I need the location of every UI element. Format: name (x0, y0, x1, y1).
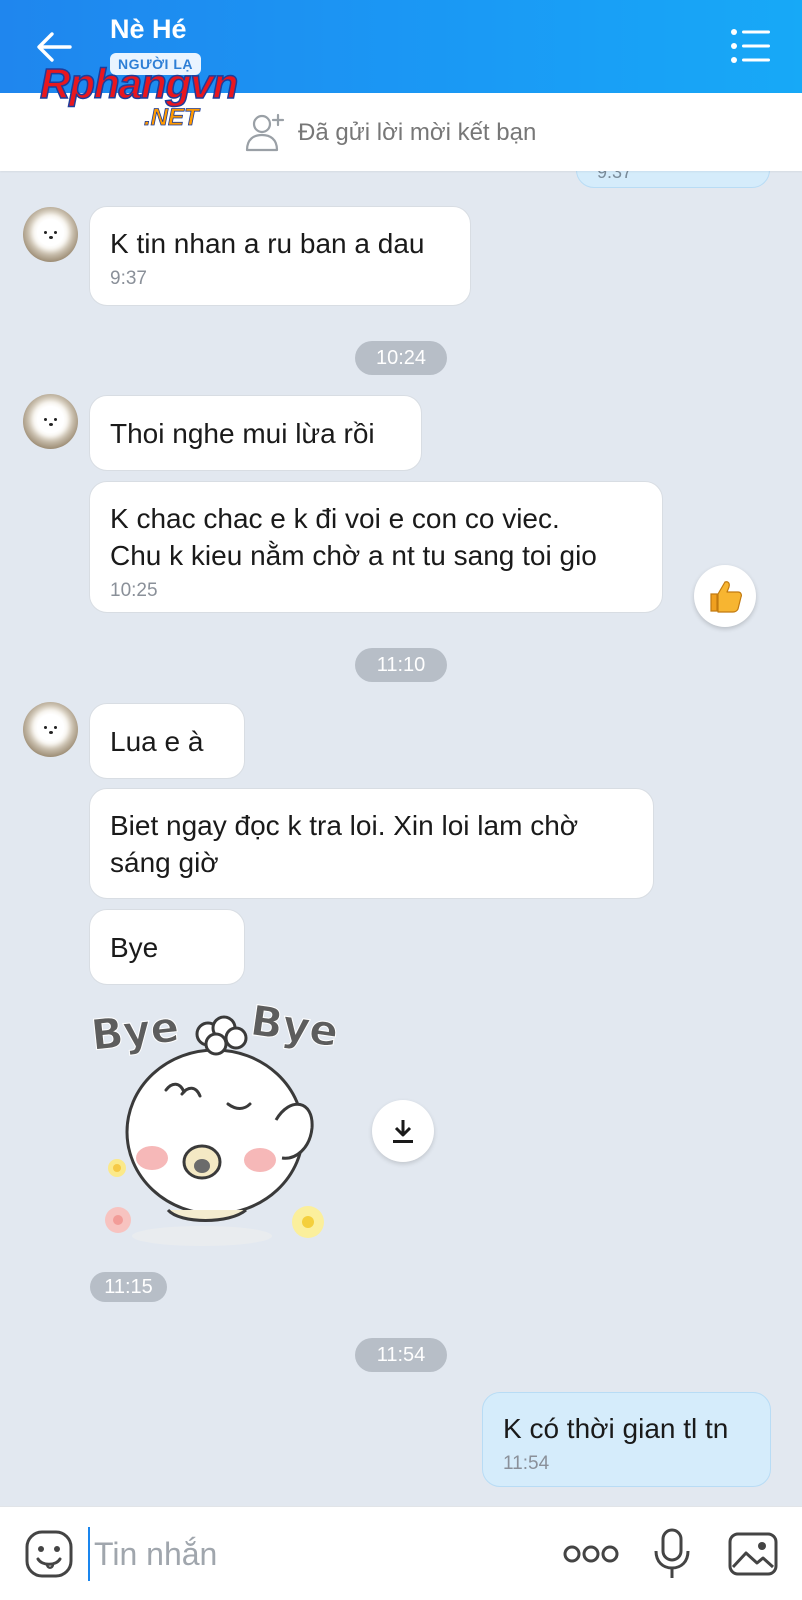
watermark-suffix: .NET (144, 104, 199, 132)
image-button[interactable] (727, 1531, 779, 1577)
back-arrow-icon (37, 32, 72, 62)
image-icon (728, 1532, 778, 1576)
watermark-main: Rphangvn (39, 59, 239, 108)
microphone-icon (654, 1528, 690, 1578)
sticker-illustration: Bye Bye (88, 995, 342, 1246)
site-watermark: Rphangvn .NET (39, 59, 290, 140)
thumbs-up-icon (710, 581, 742, 613)
time-separator: 10:24 (355, 341, 447, 375)
contact-avatar[interactable] (23, 394, 78, 449)
bye-bye-sticker[interactable]: Bye Bye (88, 995, 370, 1262)
message-text: K có thời gian tl tn (503, 1413, 729, 1444)
message-text: Thoi nghe mui lừa rồi (110, 418, 375, 449)
message-bubble[interactable]: Bye (89, 909, 245, 985)
like-button[interactable] (694, 565, 756, 627)
message-text-line-1: K chac chac e k đi voi e con co viec. (110, 503, 560, 534)
message-bubble[interactable]: Lua e à (89, 703, 245, 779)
svg-text:Bye: Bye (90, 1002, 181, 1060)
message-text: Bye (110, 932, 159, 963)
message-bubble-mine[interactable]: K có thời gian tl tn 11:54 (482, 1392, 771, 1487)
message-text-line-1: Biet ngay đọc k tra loi. Xin loi lam chờ (110, 810, 579, 841)
message-time: 10:25 (110, 580, 158, 601)
emoji-icon (25, 1530, 73, 1578)
message-bubble[interactable]: Biet ngay đọc k tra loi. Xin loi lam chờ… (89, 788, 654, 899)
more-icon (563, 1545, 619, 1563)
more-button[interactable] (563, 1541, 619, 1567)
message-text: Lua e à (110, 726, 204, 757)
message-input[interactable] (88, 1527, 538, 1581)
emoji-button[interactable] (24, 1529, 74, 1579)
contact-avatar[interactable] (23, 702, 78, 757)
message-bubble[interactable]: Thoi nghe mui lừa rồi (89, 395, 422, 471)
svg-text:Bye: Bye (248, 1000, 342, 1056)
message-text: K tin nhan a ru ban a dau (110, 228, 425, 259)
list-menu-icon (731, 29, 770, 63)
message-composer (0, 1506, 802, 1600)
contact-name[interactable]: Nè Hé (110, 14, 187, 45)
message-text-line-2: sáng giờ (110, 847, 219, 878)
time-separator: 11:10 (355, 648, 447, 682)
friend-request-status: Đã gửi lời mời kết bạn (298, 119, 537, 146)
microphone-button[interactable] (652, 1527, 692, 1581)
message-bubble[interactable]: K tin nhan a ru ban a dau 9:37 (89, 206, 471, 306)
sticker-time: 11:15 (90, 1272, 167, 1302)
contact-avatar[interactable] (23, 207, 78, 262)
message-time: 11:54 (503, 1453, 550, 1474)
message-time: 9:37 (110, 268, 147, 289)
message-bubble[interactable]: K chac chac e k đi voi e con co viec. Ch… (89, 481, 663, 613)
time-separator: 11:54 (355, 1338, 447, 1372)
download-button[interactable] (372, 1100, 434, 1162)
download-icon (393, 1120, 413, 1143)
message-text-line-2: Chu k kieu nằm chờ a nt tu sang toi gio (110, 540, 597, 571)
menu-button[interactable] (728, 26, 774, 66)
